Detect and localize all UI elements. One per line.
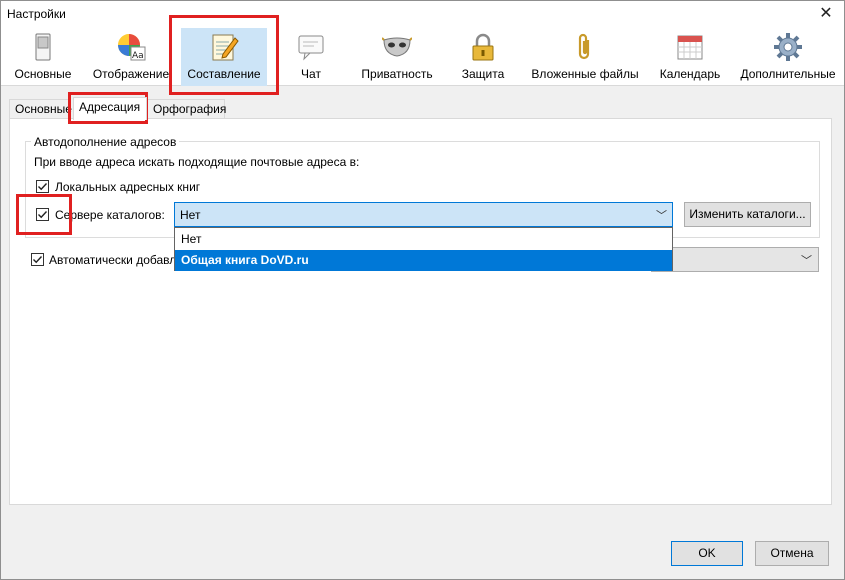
- dropdown-option[interactable]: Нет: [175, 229, 672, 250]
- tab-spelling[interactable]: Орфография: [147, 99, 226, 119]
- auto-add-checkbox[interactable]: [31, 253, 44, 266]
- palette-icon: Aa: [118, 34, 146, 61]
- tool-label: Отображение: [92, 67, 170, 81]
- check-icon: [33, 256, 43, 264]
- auto-add-label[interactable]: Автоматически добавл: [49, 253, 176, 267]
- directory-server-select[interactable]: Нет ﹀: [174, 202, 673, 227]
- tool-calendar[interactable]: Календарь: [657, 28, 723, 86]
- ok-button[interactable]: OK: [671, 541, 743, 566]
- speech-bubble-icon: [298, 35, 324, 61]
- chevron-down-icon: ﹀: [801, 255, 812, 267]
- edit-directories-button[interactable]: Изменить каталоги...: [684, 202, 811, 227]
- tool-composition[interactable]: Составление: [181, 28, 267, 86]
- mask-icon: [382, 37, 412, 57]
- tool-chat[interactable]: Чат: [285, 28, 337, 86]
- check-icon: [38, 211, 48, 219]
- switch-icon: [35, 33, 51, 61]
- tool-label: Защита: [461, 67, 505, 81]
- tool-display[interactable]: Aa Отображение: [89, 28, 173, 86]
- directory-server-label[interactable]: Сервере каталогов:: [55, 208, 165, 222]
- directory-server-value: Нет: [180, 208, 201, 222]
- auto-add-select[interactable]: ﹀: [651, 247, 819, 272]
- local-books-label[interactable]: Локальных адресных книг: [55, 180, 200, 194]
- svg-text:Aa: Aa: [132, 51, 144, 61]
- tool-security[interactable]: Защита: [457, 28, 509, 86]
- check-icon: [38, 183, 48, 191]
- category-toolbar: Основные Aa Отображение Составление Чат …: [1, 28, 844, 86]
- calendar-icon: [677, 35, 703, 60]
- padlock-icon: [472, 33, 494, 61]
- tool-label: Дополнительные: [740, 67, 836, 81]
- chevron-down-icon: ﹀: [656, 210, 667, 222]
- title-bar: Настройки ✕: [1, 1, 844, 28]
- local-books-checkbox[interactable]: [36, 180, 49, 193]
- window-title: Настройки: [7, 7, 66, 21]
- autocomplete-instruction: При вводе адреса искать подходящие почто…: [34, 155, 360, 169]
- settings-window: Настройки ✕ Основные Aa Отображение Сост…: [0, 0, 845, 580]
- directory-server-checkbox[interactable]: [36, 208, 49, 221]
- tool-label: Чат: [301, 67, 321, 81]
- tool-attachments[interactable]: Вложенные файлы: [529, 28, 641, 86]
- gear-icon: [774, 33, 802, 61]
- tool-label: Календарь: [659, 67, 721, 81]
- tab-general[interactable]: Основные: [9, 99, 72, 119]
- autocomplete-group-title: Автодополнение адресов: [31, 135, 180, 149]
- dropdown-option-highlighted[interactable]: Общая книга DoVD.ru: [175, 250, 672, 271]
- notepad-pencil-icon: [212, 34, 239, 61]
- tool-advanced[interactable]: Дополнительные: [737, 28, 839, 86]
- tool-label: Основные: [14, 67, 72, 81]
- tool-general[interactable]: Основные: [7, 28, 79, 86]
- tab-addressing[interactable]: Адресация: [73, 97, 147, 120]
- cancel-button[interactable]: Отмена: [755, 541, 829, 566]
- close-button[interactable]: ✕: [814, 3, 838, 25]
- directory-server-dropdown: Нет Общая книга DoVD.ru: [174, 227, 673, 271]
- tool-label: Составление: [187, 67, 261, 81]
- tool-label: Приватность: [361, 67, 433, 81]
- paperclip-icon: [578, 33, 590, 60]
- tool-privacy[interactable]: Приватность: [357, 28, 437, 86]
- tool-label: Вложенные файлы: [531, 67, 639, 81]
